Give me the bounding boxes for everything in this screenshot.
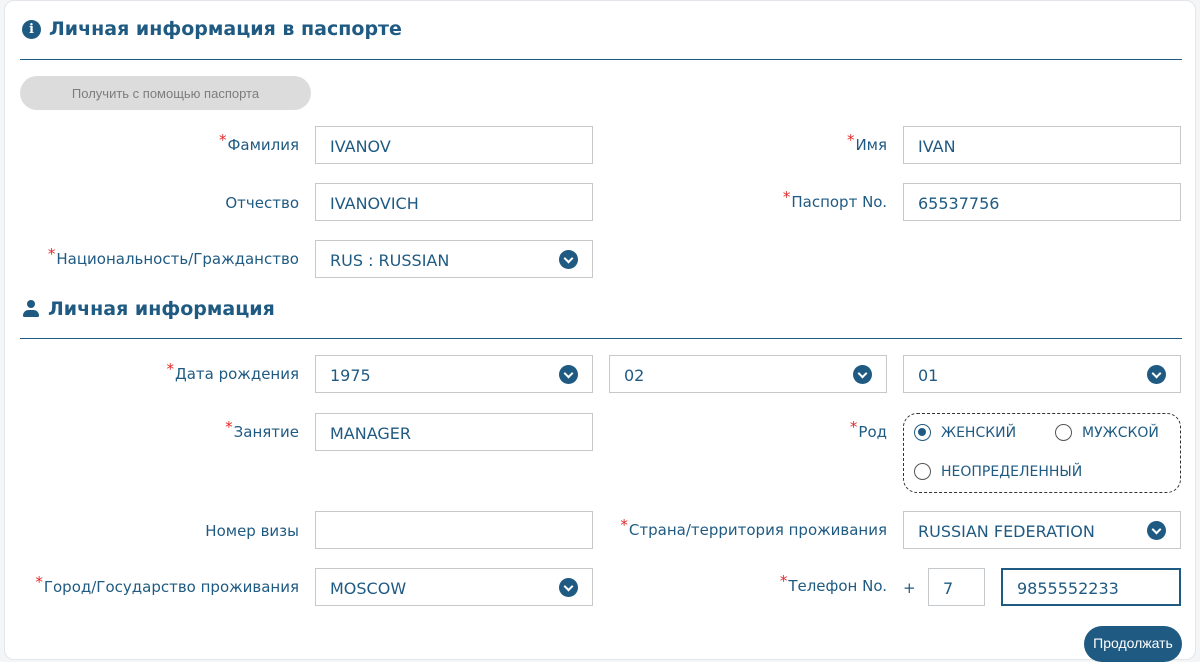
residence-country-value: RUSSIAN FEDERATION [918, 522, 1095, 541]
chevron-down-icon[interactable] [853, 365, 872, 384]
visa-number-field[interactable] [315, 511, 593, 549]
occupation-label: *Занятие [225, 418, 299, 441]
phone-plus-sign: + [903, 579, 916, 597]
gender-label: *Род [849, 418, 887, 441]
birth-month-select[interactable]: 02 [609, 355, 887, 393]
required-marker: * [779, 572, 788, 590]
info-icon: i [22, 19, 41, 39]
required-marker: * [849, 418, 858, 436]
chevron-down-icon[interactable] [1147, 521, 1166, 540]
continue-button[interactable]: Продолжать [1084, 626, 1182, 662]
radio-unselected-icon[interactable] [1055, 424, 1072, 441]
chevron-down-icon[interactable] [559, 250, 578, 269]
surname-field[interactable]: IVANOV [315, 126, 593, 164]
birth-day-select[interactable]: 01 [903, 355, 1181, 393]
required-marker: * [225, 418, 233, 436]
required-marker: * [620, 516, 628, 534]
required-marker: * [782, 188, 791, 206]
birth-month-value: 02 [624, 366, 645, 385]
required-marker: * [47, 245, 56, 263]
birth-year-select[interactable]: 1975 [315, 355, 593, 393]
nationality-select[interactable]: RUS : RUSSIAN [315, 240, 593, 278]
gender-option-undefined[interactable]: НЕОПРЕДЕЛЕННЫЙ [914, 463, 1082, 480]
fill-from-passport-button[interactable]: Получить с помощью паспорта [20, 76, 311, 110]
residence-country-label: *Страна/территория проживания [620, 516, 887, 539]
phone-label: *Телефон No. [779, 572, 887, 595]
section-divider [20, 338, 1182, 339]
gender-option-label: ЖЕНСКИЙ [941, 424, 1017, 441]
required-marker: * [35, 573, 43, 591]
person-icon [22, 300, 40, 318]
personal-section-title: Личная информация [48, 298, 275, 320]
residence-country-select[interactable]: RUSSIAN FEDERATION [903, 511, 1181, 549]
required-marker: * [846, 131, 855, 149]
nationality-label: *Национальность/Гражданство [47, 245, 299, 268]
phone-country-code-field[interactable]: 7 [928, 568, 985, 606]
required-marker: * [166, 360, 175, 378]
chevron-down-icon[interactable] [559, 578, 578, 597]
given-name-label: *Имя [846, 131, 887, 154]
birth-year-value: 1975 [330, 366, 371, 385]
personal-section-header: Личная информация [22, 298, 275, 320]
chevron-down-icon[interactable] [1147, 365, 1166, 384]
birth-day-value: 01 [918, 366, 939, 385]
occupation-field[interactable]: MANAGER [315, 413, 593, 451]
patronymic-field[interactable]: IVANOVICH [315, 183, 593, 221]
residence-city-value: MOSCOW [330, 579, 407, 598]
phone-number-field[interactable]: 9855552233 [1001, 568, 1181, 606]
residence-city-select[interactable]: MOSCOW [315, 568, 593, 606]
radio-selected-icon[interactable] [914, 424, 931, 441]
passport-section-title: Личная информация в паспорте [49, 18, 402, 40]
passport-no-label: *Паспорт No. [782, 188, 887, 211]
gender-option-label: МУЖСКОЙ [1082, 424, 1159, 441]
residence-city-label: *Город/Государство проживания [35, 573, 299, 596]
required-marker: * [218, 131, 227, 149]
passport-no-field[interactable]: 65537756 [903, 183, 1181, 221]
gender-radio-group: ЖЕНСКИЙ МУЖСКОЙ НЕОПРЕДЕЛЕННЫЙ [903, 413, 1181, 493]
gender-option-female[interactable]: ЖЕНСКИЙ [914, 424, 1016, 441]
passport-section-header: i Личная информация в паспорте [22, 18, 402, 40]
chevron-down-icon[interactable] [559, 365, 578, 384]
birth-date-label: *Дата рождения [166, 360, 300, 383]
gender-option-male[interactable]: МУЖСКОЙ [1055, 424, 1159, 441]
patronymic-label: Отчество [225, 194, 299, 212]
gender-option-label: НЕОПРЕДЕЛЕННЫЙ [941, 463, 1083, 480]
given-name-field[interactable]: IVAN [903, 126, 1181, 164]
radio-unselected-icon[interactable] [914, 463, 931, 480]
surname-label: *Фамилия [218, 131, 299, 154]
section-divider [20, 59, 1182, 60]
visa-number-label: Номер визы [205, 522, 299, 540]
nationality-value: RUS : RUSSIAN [330, 251, 450, 270]
